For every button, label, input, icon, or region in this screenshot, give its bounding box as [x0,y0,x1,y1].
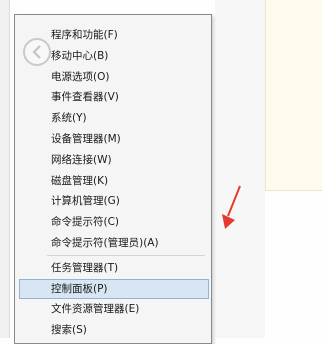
menu-item-command-prompt[interactable]: 命令提示符(C) [15,212,211,233]
menu-item-computer-management[interactable]: 计算机管理(G) [15,191,211,212]
menu-item-device-manager[interactable]: 设备管理器(M) [15,129,211,150]
menu-item-system[interactable]: 系统(Y) [15,108,211,129]
menu-item-file-explorer[interactable]: 文件资源管理器(E) [15,299,211,320]
background-window-edge [0,0,10,338]
back-arrow-circle-icon[interactable] [23,38,51,66]
menu-item-control-panel[interactable]: 控制面板(P) [19,278,209,300]
menu-item-command-prompt-admin[interactable]: 命令提示符(管理员)(A) [15,233,211,254]
menu-item-task-manager[interactable]: 任务管理器(T) [15,258,211,279]
annotation-arrow-icon [222,185,241,229]
menu-item-power-options[interactable]: 电源选项(O) [15,67,211,88]
menu-item-disk-management[interactable]: 磁盘管理(K) [15,171,211,192]
menu-separator [47,254,205,256]
menu-item-event-viewer[interactable]: 事件查看器(V) [15,87,211,108]
menu-group-shell: 任务管理器(T) 控制面板(P) 文件资源管理器(E) 搜索(S) [15,258,211,341]
menu-item-network-connections[interactable]: 网络连接(W) [15,150,211,171]
background-window-area [215,0,265,338]
background-panel [265,0,322,191]
